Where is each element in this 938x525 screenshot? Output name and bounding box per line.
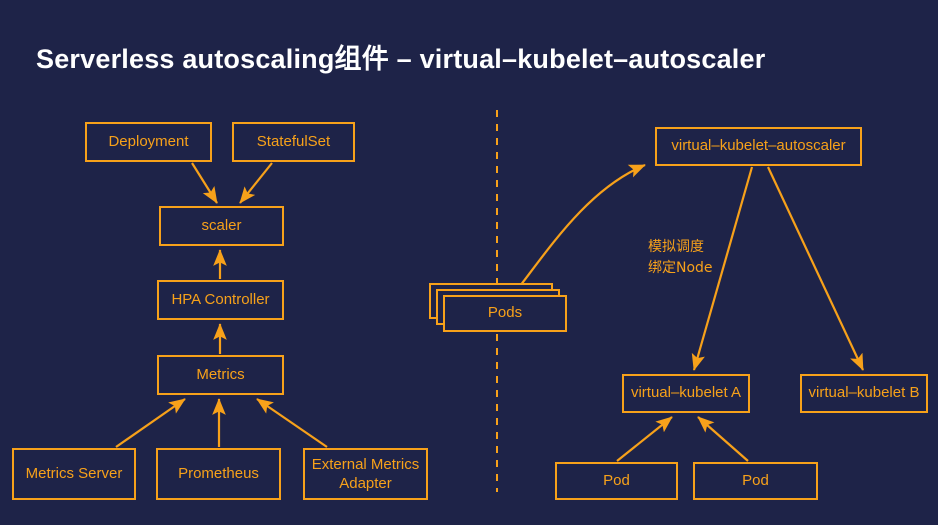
edge-podb-vka (697, 416, 749, 462)
node-deployment[interactable]: Deployment (85, 122, 212, 162)
node-pod-b-label: Pod (742, 471, 769, 489)
edge-externalmetrics-metrics (256, 398, 328, 448)
node-pod-a[interactable]: Pod (555, 462, 678, 500)
edge-pods-autoscaler (512, 163, 646, 296)
node-virtual-kubelet-b[interactable]: virtual–kubelet B (800, 374, 928, 413)
node-virtual-kubelet-autoscaler-label: virtual–kubelet–autoscaler (671, 137, 846, 155)
node-pod-b[interactable]: Pod (693, 462, 818, 500)
edge-deployment-scaler (191, 162, 218, 204)
node-scaler[interactable]: scaler (159, 206, 284, 246)
annotation-simulate-schedule: 模拟调度 绑定Node (648, 237, 713, 279)
node-virtual-kubelet-a[interactable]: virtual–kubelet A (622, 374, 750, 413)
annotation-line-1: 模拟调度 (648, 239, 704, 255)
node-scaler-label: scaler (201, 216, 242, 234)
node-metrics-server[interactable]: Metrics Server (12, 448, 136, 500)
slide-canvas: Serverless autoscaling组件 – virtual–kubel… (0, 0, 938, 525)
annotation-line-2: 绑定Node (648, 260, 713, 276)
edge-metricsserver-metrics (115, 398, 186, 448)
page-title: Serverless autoscaling组件 – virtual–kubel… (36, 44, 766, 74)
node-pods-label: Pods (487, 304, 523, 322)
edge-statefulset-scaler (239, 162, 273, 204)
edge-autoscaler-vkb (767, 166, 864, 371)
node-deployment-label: Deployment (108, 132, 189, 150)
node-statefulset-label: StatefulSet (256, 132, 331, 150)
node-prometheus[interactable]: Prometheus (156, 448, 281, 500)
node-pods[interactable]: Pods (443, 295, 567, 332)
node-hpa-controller-label: HPA Controller (171, 290, 270, 308)
node-metrics[interactable]: Metrics (157, 355, 284, 395)
node-pod-a-label: Pod (603, 471, 630, 489)
node-metrics-server-label: Metrics Server (25, 464, 123, 482)
edge-poda-vka (616, 416, 673, 462)
node-hpa-controller[interactable]: HPA Controller (157, 280, 284, 320)
node-prometheus-label: Prometheus (178, 464, 259, 482)
node-external-metrics-adapter-label: External Metrics Adapter (311, 455, 420, 493)
connector-layer (115, 110, 864, 492)
node-virtual-kubelet-autoscaler[interactable]: virtual–kubelet–autoscaler (655, 127, 862, 166)
node-metrics-label: Metrics (196, 365, 245, 383)
node-statefulset[interactable]: StatefulSet (232, 122, 355, 162)
node-external-metrics-adapter[interactable]: External Metrics Adapter (303, 448, 428, 500)
node-virtual-kubelet-a-label: virtual–kubelet A (630, 384, 742, 402)
node-virtual-kubelet-b-label: virtual–kubelet B (808, 384, 920, 402)
